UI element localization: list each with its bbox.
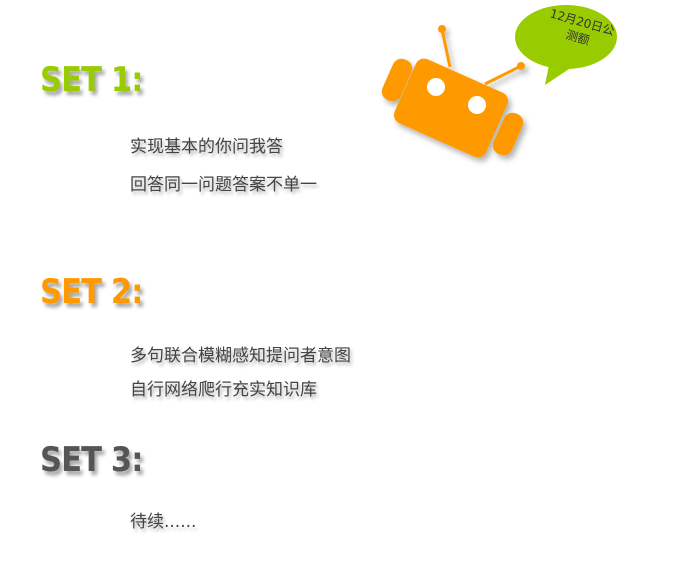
set-3-item-1: 待续...... <box>130 512 197 532</box>
set-1-item-1: 实现基本的你问我答 <box>130 137 283 157</box>
page: SET 1: 实现基本的你问我答 回答同一问题答案不单一 SET 2: 多句联合… <box>0 0 700 582</box>
set-1-item-2: 回答同一问题答案不单一 <box>130 175 317 195</box>
set-2-heading: SET 2: <box>40 272 144 312</box>
set-2-item-2: 自行网络爬行充实知识库 <box>130 380 317 400</box>
set-1-heading: SET 1: <box>40 60 144 100</box>
set-3-heading: SET 3: <box>40 440 144 480</box>
robot-icon <box>381 25 525 158</box>
set-2-item-1: 多句联合模糊感知提问者意图 <box>130 346 351 366</box>
